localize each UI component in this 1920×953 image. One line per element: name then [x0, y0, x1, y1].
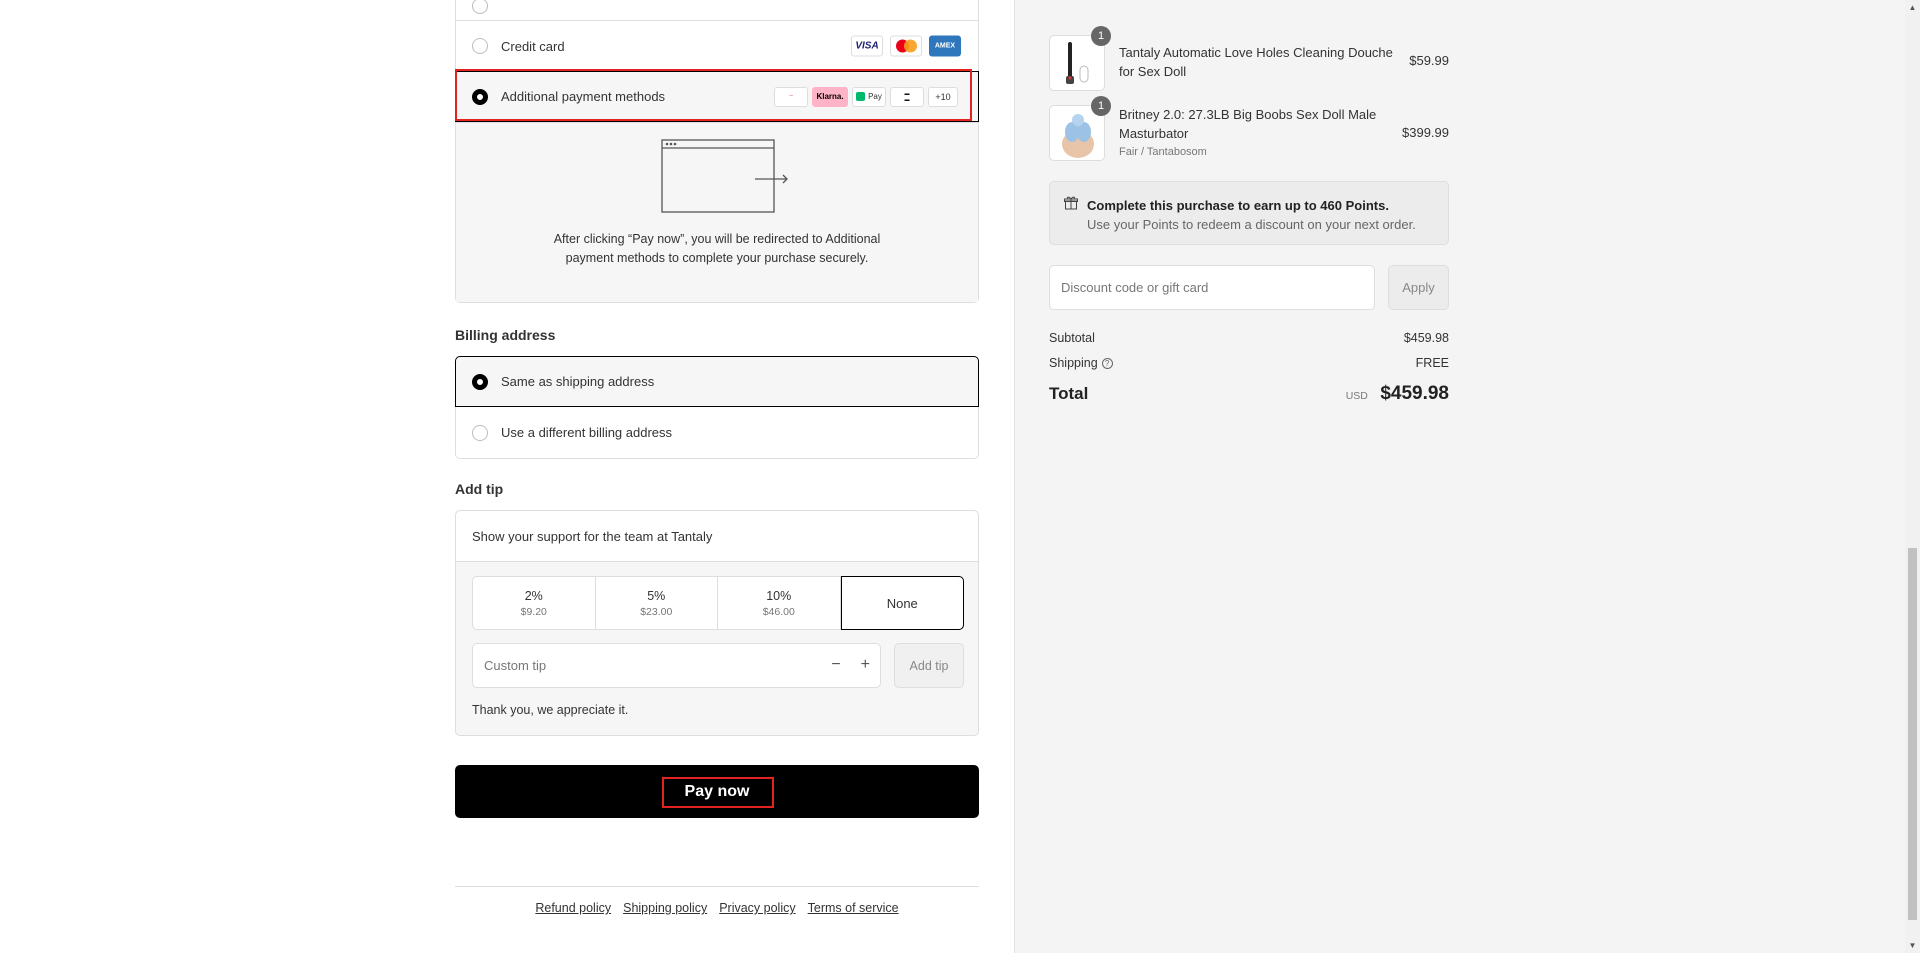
product-name-block: Britney 2.0: 27.3LB Big Boobs Sex Doll M… — [1119, 105, 1399, 162]
subtotal-value: $459.98 — [1403, 331, 1449, 345]
browser-redirect-icon — [661, 139, 788, 213]
same-address-label: Same as shipping address — [501, 374, 655, 389]
subtotal-row: Subtotal $459.98 — [1049, 331, 1449, 345]
total-currency: USD — [1345, 390, 1368, 402]
apply-button[interactable]: Apply — [1388, 265, 1449, 310]
additional-payment-label: Additional payment methods — [501, 89, 666, 104]
product-price: $399.99 — [1402, 125, 1449, 140]
add-tip-button[interactable]: Add tip — [894, 643, 964, 688]
gift-icon — [1064, 196, 1078, 210]
tip-option-5[interactable]: 5% $23.00 — [596, 577, 718, 629]
cart-item: 1 Tantaly Automatic Love Holes Cleaning … — [1049, 26, 1449, 91]
apm-logos: ~ Klarna. Pay ▬ ▬ +10 — [774, 86, 958, 107]
payment-option-credit-card[interactable]: Credit card VISA AMEX — [456, 21, 978, 72]
plus-icon[interactable]: + — [861, 656, 870, 674]
tip-pct: 2% — [524, 588, 543, 603]
tip-stepper: − + — [831, 656, 870, 674]
points-banner: Complete this purchase to earn up to 460… — [1049, 181, 1449, 245]
tip-section: Show your support for the team at Tantal… — [455, 510, 979, 736]
checkout-main: Credit card VISA AMEX Additional payment… — [0, 0, 1014, 953]
mastercard-icon — [890, 35, 922, 57]
page-scrollbar[interactable]: ▲ ▼ — [1905, 0, 1920, 953]
quantity-badge: 1 — [1091, 96, 1111, 116]
total-value: $459.98 — [1380, 383, 1449, 404]
scrollbar-thumb[interactable] — [1908, 548, 1917, 920]
shipping-row: Shipping? FREE — [1049, 356, 1449, 370]
help-icon[interactable]: ? — [1101, 358, 1113, 370]
discount-placeholder: Discount code or gift card — [1061, 280, 1209, 295]
radio-additional[interactable] — [472, 88, 488, 105]
discount-code-input[interactable]: Discount code or gift card — [1049, 265, 1375, 310]
radio-same-address[interactable] — [472, 373, 488, 390]
product-name: Tantaly Automatic Love Holes Cleaning Do… — [1119, 45, 1393, 79]
shipping-value: FREE — [1415, 356, 1449, 370]
payment-methods: Credit card VISA AMEX Additional payment… — [455, 0, 979, 303]
tip-options: 2% $9.20 5% $23.00 10% $46.00 None — [472, 576, 964, 630]
checkout-page: Credit card VISA AMEX Additional payment… — [0, 0, 1920, 953]
shipping-label-wrap: Shipping? — [1049, 356, 1113, 370]
credit-card-label: Credit card — [501, 38, 565, 54]
more-methods-badge: +10 — [928, 86, 958, 107]
total-row: Total USD $459.98 — [1049, 383, 1449, 405]
tip-amount: $46.00 — [762, 605, 795, 618]
tip-support-text: Show your support for the team at Tantal… — [456, 511, 978, 562]
custom-tip-input[interactable]: Custom tip − + — [472, 643, 881, 688]
points-subtitle: Use your Points to redeem a discount on … — [1087, 217, 1416, 232]
gpay-label: Pay — [868, 92, 882, 101]
tip-option-10[interactable]: 10% $46.00 — [718, 577, 841, 629]
tip-option-none[interactable]: None — [840, 576, 964, 630]
samsung-pay-logo-icon: ▬ ▬ — [890, 86, 924, 107]
card-brands: VISA AMEX — [851, 35, 961, 57]
product-variant: Fair / Tantabosom — [1119, 146, 1207, 158]
redirect-text: After clicking “Pay now”, you will be re… — [553, 232, 881, 265]
total-amount: USD $459.98 — [1346, 383, 1449, 405]
shipping-label: Shipping — [1049, 356, 1098, 370]
terms-of-service-link[interactable]: Terms of service — [808, 901, 899, 915]
gpay-logo-icon: Pay — [852, 86, 886, 107]
radio-different-address[interactable] — [472, 424, 488, 441]
billing-options: Same as shipping address Use a different… — [455, 356, 979, 459]
cart-item: 1 Britney 2.0: 27.3LB Big Boobs Sex Doll… — [1049, 96, 1449, 162]
total-label: Total — [1049, 384, 1089, 403]
amex-icon: AMEX — [929, 35, 961, 57]
product-price: $59.99 — [1409, 53, 1449, 68]
quantity-badge: 1 — [1091, 26, 1111, 46]
product-name: Britney 2.0: 27.3LB Big Boobs Sex Doll M… — [1119, 107, 1377, 141]
visa-icon: VISA — [851, 35, 883, 57]
tip-thanks-text: Thank you, we appreciate it. — [472, 703, 629, 717]
klarna-logo-icon: Klarna. — [812, 86, 848, 107]
scroll-up-icon[interactable]: ▲ — [1905, 0, 1920, 15]
radio-credit-card[interactable] — [472, 38, 488, 54]
tip-amount: $23.00 — [640, 605, 673, 618]
minus-icon[interactable]: − — [831, 656, 840, 674]
billing-option-different[interactable]: Use a different billing address — [456, 407, 978, 458]
payment-option-additional[interactable]: Additional payment methods ~ Klarna. Pay… — [455, 71, 979, 122]
tip-heading: Add tip — [455, 481, 504, 497]
scroll-down-icon[interactable]: ▼ — [1905, 938, 1920, 953]
payment-option-paypal[interactable] — [456, 0, 978, 21]
points-title: Complete this purchase to earn up to 460… — [1087, 198, 1389, 213]
primepay-logo-icon: ~ — [774, 86, 808, 107]
privacy-policy-link[interactable]: Privacy policy — [719, 901, 795, 915]
pay-now-button[interactable]: Pay now — [455, 765, 979, 818]
radio-paypal[interactable] — [472, 0, 488, 14]
tip-pct: 10% — [766, 588, 792, 603]
refund-policy-link[interactable]: Refund policy — [535, 901, 611, 915]
subtotal-label: Subtotal — [1049, 331, 1095, 345]
billing-option-same[interactable]: Same as shipping address — [455, 356, 979, 407]
different-address-label: Use a different billing address — [501, 425, 673, 440]
billing-heading: Billing address — [455, 327, 556, 343]
custom-tip-placeholder: Custom tip — [484, 658, 547, 673]
footer-links: Refund policy Shipping policy Privacy po… — [455, 886, 979, 915]
tip-option-2[interactable]: 2% $9.20 — [473, 577, 596, 629]
shipping-policy-link[interactable]: Shipping policy — [623, 901, 707, 915]
tip-amount: $9.20 — [520, 605, 547, 618]
tip-pct: 5% — [647, 588, 666, 603]
redirect-info: After clicking “Pay now”, you will be re… — [456, 122, 978, 302]
